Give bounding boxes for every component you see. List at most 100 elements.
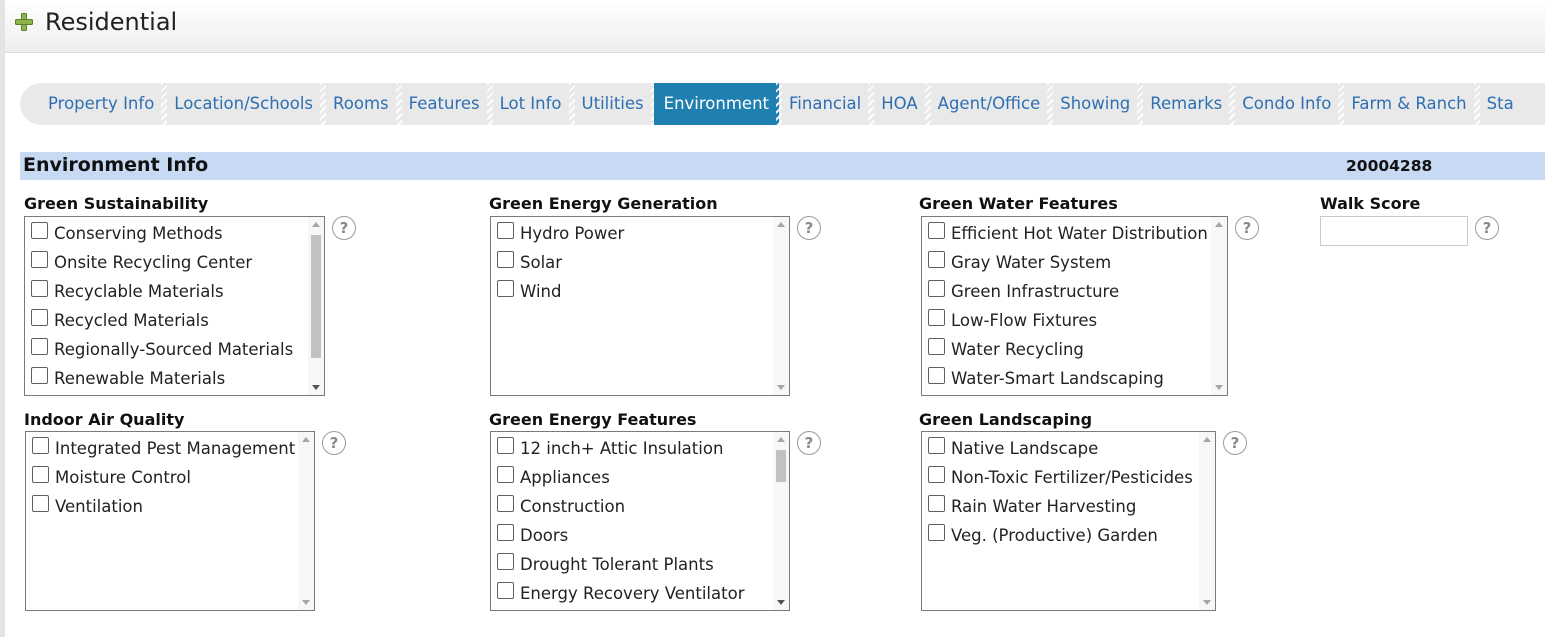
- checkbox-option[interactable]: Non-Toxic Fertilizer/Pesticides: [928, 463, 1215, 492]
- tab-location-schools[interactable]: Location/Schools: [164, 83, 326, 125]
- walk-score-input[interactable]: [1320, 216, 1468, 246]
- checkbox-option[interactable]: Gray Water System: [928, 248, 1227, 277]
- checkbox-option[interactable]: Construction: [497, 492, 789, 521]
- checkbox-option[interactable]: Hydro Power: [497, 219, 789, 248]
- checkbox[interactable]: [31, 222, 48, 239]
- checkbox-option[interactable]: Integrated Pest Management: [32, 434, 314, 463]
- scroll-up-arrow-icon[interactable]: [777, 437, 785, 442]
- checkbox-option[interactable]: Doors: [497, 521, 789, 550]
- checkbox[interactable]: [928, 495, 945, 512]
- checkbox[interactable]: [32, 495, 49, 512]
- checkbox[interactable]: [497, 222, 514, 239]
- checkbox[interactable]: [497, 437, 514, 454]
- checkbox-option[interactable]: Water-Smart Landscaping: [928, 364, 1227, 393]
- tab-condo-info[interactable]: Condo Info: [1232, 83, 1345, 125]
- scroll-up-arrow-icon[interactable]: [312, 222, 320, 227]
- help-icon[interactable]: ?: [1223, 431, 1247, 455]
- scroll-up-arrow-icon[interactable]: [777, 222, 785, 227]
- checkbox[interactable]: [928, 251, 945, 268]
- tab-remarks[interactable]: Remarks: [1140, 83, 1236, 125]
- green-sustainability-listbox[interactable]: Conserving Methods Onsite Recycling Cente…: [24, 216, 325, 396]
- checkbox[interactable]: [31, 338, 48, 355]
- checkbox-option[interactable]: Recyclable Materials: [31, 277, 324, 306]
- scroll-down-arrow-icon[interactable]: [302, 600, 310, 605]
- checkbox[interactable]: [31, 251, 48, 268]
- checkbox[interactable]: [928, 437, 945, 454]
- scrollbar[interactable]: [308, 217, 324, 395]
- checkbox[interactable]: [31, 367, 48, 384]
- checkbox[interactable]: [928, 280, 945, 297]
- checkbox[interactable]: [497, 280, 514, 297]
- green-water-features-listbox[interactable]: Efficient Hot Water Distribution Gray Wat…: [921, 216, 1228, 396]
- tab-farm-ranch[interactable]: Farm & Ranch: [1341, 83, 1480, 125]
- help-icon[interactable]: ?: [322, 431, 346, 455]
- checkbox-option[interactable]: Wind: [497, 277, 789, 306]
- checkbox[interactable]: [32, 437, 49, 454]
- checkbox[interactable]: [31, 280, 48, 297]
- checkbox[interactable]: [497, 553, 514, 570]
- indoor-air-quality-listbox[interactable]: Integrated Pest Management Moisture Contr…: [25, 431, 315, 611]
- scroll-down-arrow-icon[interactable]: [777, 385, 785, 390]
- scroll-down-arrow-icon[interactable]: [312, 385, 320, 390]
- green-energy-generation-listbox[interactable]: Hydro Power Solar Wind: [490, 216, 790, 396]
- checkbox-option[interactable]: Water Recycling: [928, 335, 1227, 364]
- tab-financial[interactable]: Financial: [779, 83, 875, 125]
- checkbox-option[interactable]: Green Infrastructure: [928, 277, 1227, 306]
- checkbox-option[interactable]: Energy Recovery Ventilator: [497, 579, 789, 608]
- checkbox-option[interactable]: Regionally-Sourced Materials: [31, 335, 324, 364]
- checkbox[interactable]: [497, 495, 514, 512]
- checkbox[interactable]: [928, 524, 945, 541]
- tab-rooms[interactable]: Rooms: [323, 83, 402, 125]
- scrollbar[interactable]: [773, 432, 789, 610]
- checkbox[interactable]: [497, 582, 514, 599]
- checkbox[interactable]: [928, 338, 945, 355]
- tab-lot-info[interactable]: Lot Info: [490, 83, 575, 125]
- scrollbar[interactable]: [1211, 217, 1227, 395]
- scrollbar[interactable]: [298, 432, 314, 610]
- green-energy-features-listbox[interactable]: 12 inch+ Attic Insulation Appliances Const…: [490, 431, 790, 611]
- checkbox[interactable]: [497, 524, 514, 541]
- tab-hoa[interactable]: HOA: [871, 83, 932, 125]
- checkbox[interactable]: [928, 309, 945, 326]
- checkbox-option[interactable]: Veg. (Productive) Garden: [928, 521, 1215, 550]
- checkbox-option[interactable]: Low-Flow Fixtures: [928, 306, 1227, 335]
- help-icon[interactable]: ?: [797, 431, 821, 455]
- checkbox-option[interactable]: Ventilation: [32, 492, 314, 521]
- checkbox-option[interactable]: 12 inch+ Attic Insulation: [497, 434, 789, 463]
- scroll-thumb[interactable]: [776, 450, 786, 482]
- tab-features[interactable]: Features: [399, 83, 493, 125]
- help-icon[interactable]: ?: [1475, 216, 1499, 240]
- checkbox-option[interactable]: Renewable Materials: [31, 364, 324, 393]
- checkbox[interactable]: [497, 251, 514, 268]
- scroll-down-arrow-icon[interactable]: [1215, 385, 1223, 390]
- help-icon[interactable]: ?: [1235, 216, 1259, 240]
- tab-environment[interactable]: Environment: [653, 83, 783, 125]
- checkbox[interactable]: [928, 222, 945, 239]
- scroll-up-arrow-icon[interactable]: [1203, 437, 1211, 442]
- tab-showing[interactable]: Showing: [1050, 83, 1144, 125]
- tab-property-info[interactable]: Property Info: [38, 83, 168, 125]
- tab-agent-office[interactable]: Agent/Office: [928, 83, 1053, 125]
- checkbox-option[interactable]: Appliances: [497, 463, 789, 492]
- checkbox[interactable]: [928, 367, 945, 384]
- checkbox-option[interactable]: Efficient Hot Water Distribution: [928, 219, 1227, 248]
- checkbox-option[interactable]: Onsite Recycling Center: [31, 248, 324, 277]
- scrollbar[interactable]: [1199, 432, 1215, 610]
- checkbox[interactable]: [31, 309, 48, 326]
- checkbox-option[interactable]: Native Landscape: [928, 434, 1215, 463]
- checkbox[interactable]: [497, 466, 514, 483]
- checkbox-option[interactable]: Conserving Methods: [31, 219, 324, 248]
- checkbox-option[interactable]: Moisture Control: [32, 463, 314, 492]
- help-icon[interactable]: ?: [332, 216, 356, 240]
- plus-icon[interactable]: [15, 13, 33, 31]
- scroll-up-arrow-icon[interactable]: [1215, 222, 1223, 227]
- checkbox-option[interactable]: Rain Water Harvesting: [928, 492, 1215, 521]
- scroll-down-arrow-icon[interactable]: [777, 600, 785, 605]
- scroll-thumb[interactable]: [311, 235, 321, 358]
- checkbox[interactable]: [928, 466, 945, 483]
- scroll-up-arrow-icon[interactable]: [302, 437, 310, 442]
- checkbox[interactable]: [32, 466, 49, 483]
- help-icon[interactable]: ?: [797, 216, 821, 240]
- scroll-down-arrow-icon[interactable]: [1203, 600, 1211, 605]
- checkbox-option[interactable]: Solar: [497, 248, 789, 277]
